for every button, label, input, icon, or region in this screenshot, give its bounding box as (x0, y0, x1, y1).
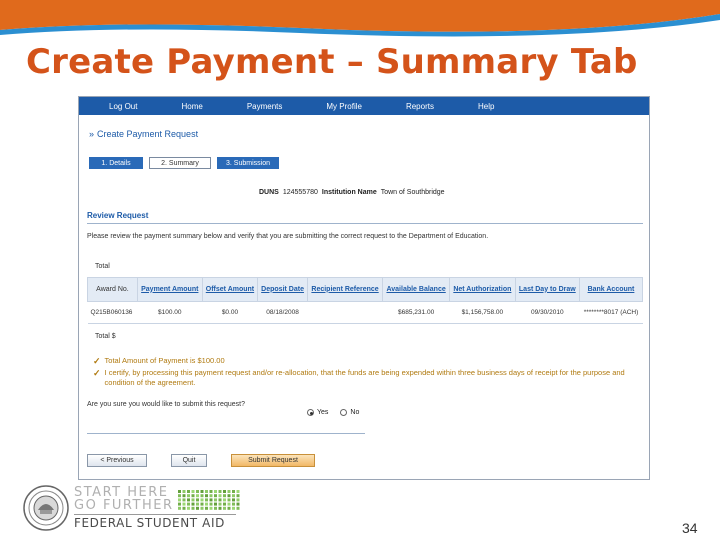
page-number: 34 (682, 520, 698, 536)
review-title: Review Request (87, 211, 149, 220)
institution-label: Institution Name (321, 189, 377, 196)
col-recipient-reference[interactable]: Recipient Reference (306, 277, 384, 302)
col-offset-amount[interactable]: Offset Amount (201, 277, 259, 302)
check-icon: ✓ (93, 368, 101, 378)
certification-notes: ✓ Total Amount of Payment is $100.00 ✓ I… (93, 356, 633, 390)
tab-summary[interactable]: 2. Summary (149, 157, 211, 169)
col-award-no: Award No. (87, 277, 138, 302)
page-heading: » Create Payment Request (89, 129, 198, 139)
table-row: Q215B060136 $100.00 $0.00 08/18/2008 $68… (87, 301, 643, 324)
radio-yes[interactable]: Yes (307, 409, 328, 416)
department-of-education-seal-icon (23, 485, 69, 531)
step-tabs: 1. Details 2. Summary 3. Submission (89, 157, 279, 169)
col-net-authorization[interactable]: Net Authorization (449, 277, 516, 302)
nav-home[interactable]: Home (181, 102, 202, 111)
total-label: Total (95, 263, 110, 270)
radio-yes-dot[interactable] (307, 409, 314, 416)
note-item: ✓ Total Amount of Payment is $100.00 (93, 356, 633, 366)
radio-no-label: No (350, 409, 360, 416)
payment-summary-table: Award No. Payment Amount Offset Amount D… (87, 277, 644, 324)
radio-no[interactable]: No (340, 409, 359, 416)
slide-title: Create Payment – Summary Tab (26, 42, 638, 82)
duns-label: DUNS (259, 189, 279, 196)
col-available-balance[interactable]: Available Balance (382, 277, 451, 302)
note-certify: I certify, by processing this payment re… (104, 368, 625, 387)
duns-value: 124555780 (282, 189, 318, 196)
check-icon: ✓ (93, 356, 101, 366)
submit-request-button[interactable]: Submit Request (231, 454, 315, 467)
institution-value: Town of Southbridge (380, 189, 445, 196)
nav-help[interactable]: Help (478, 102, 494, 111)
quit-button[interactable]: Quit (171, 454, 207, 467)
divider (87, 223, 643, 224)
note-item: ✓ I certify, by processing this payment … (93, 368, 633, 388)
cell-recipient-reference (307, 301, 383, 324)
arrow-right-icon: » (89, 129, 95, 139)
tab-submission[interactable]: 3. Submission (217, 157, 279, 169)
col-bank-account[interactable]: Bank Account (578, 277, 644, 302)
nav-my-profile[interactable]: My Profile (326, 102, 362, 111)
cell-payment-amount: $100.00 (137, 301, 203, 324)
top-nav: Log Out Home Payments My Profile Reports… (79, 97, 649, 115)
app-screenshot: Log Out Home Payments My Profile Reports… (78, 96, 650, 480)
institution-info: DUNS 124555780 Institution Name Town of … (259, 189, 445, 196)
note-total: Total Amount of Payment is $100.00 (104, 356, 225, 365)
brand-federal-student-aid: FEDERAL STUDENT AID (74, 516, 225, 530)
instructions: Please review the payment summary below … (87, 233, 489, 240)
confirm-radio-group: Yes No (307, 409, 359, 416)
nav-log-out[interactable]: Log Out (109, 102, 137, 111)
previous-button[interactable]: < Previous (87, 454, 147, 467)
header-swoosh (0, 0, 720, 37)
page-heading-text: Create Payment Request (97, 129, 199, 139)
action-buttons: < Previous Quit Submit Request (87, 454, 315, 467)
nav-payments[interactable]: Payments (247, 102, 283, 111)
divider (87, 433, 365, 434)
cell-net-authorization: $1,156,758.00 (449, 301, 516, 324)
brand-divider (74, 514, 236, 515)
confirm-question: Are you sure you would like to submit th… (87, 401, 245, 408)
col-last-day-to-draw[interactable]: Last Day to Draw (514, 277, 580, 302)
total-amount-label: Total $ (95, 333, 116, 340)
radio-no-dot[interactable] (340, 409, 348, 416)
cell-last-day-to-draw: 09/30/2010 (515, 301, 580, 324)
radio-yes-label: Yes (317, 409, 329, 416)
brand-dot-pattern-icon (178, 490, 240, 510)
cell-award-no: Q215B060136 (87, 301, 138, 324)
tab-details[interactable]: 1. Details (89, 157, 143, 169)
cell-available-balance: $685,231.00 (382, 301, 450, 324)
cell-bank-account: ********8017 (ACH) (579, 301, 643, 324)
cell-offset-amount: $0.00 (202, 301, 258, 324)
table-header-row: Award No. Payment Amount Offset Amount D… (87, 277, 644, 302)
cell-deposit-date: 08/18/2008 (257, 301, 308, 324)
col-payment-amount[interactable]: Payment Amount (136, 277, 203, 302)
nav-reports[interactable]: Reports (406, 102, 434, 111)
col-deposit-date[interactable]: Deposit Date (257, 277, 308, 302)
